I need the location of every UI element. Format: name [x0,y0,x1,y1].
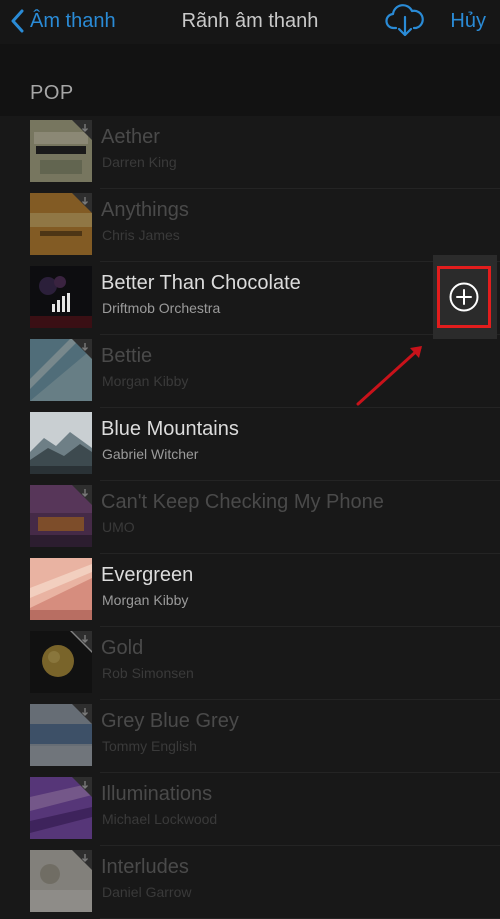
download-badge-icon [72,631,92,651]
album-art [30,850,92,912]
track-artist: Driftmob Orchestra [102,300,221,316]
download-badge-icon [72,120,92,140]
section-header: POP [0,72,500,116]
album-art [30,266,92,328]
download-badge-icon [72,704,92,724]
track-list: Aether Darren King Anythings Chris James [0,116,500,919]
track-artist: Morgan Kibby [102,592,189,608]
track-row[interactable]: Interludes Daniel Garrow [0,846,500,919]
track-artist: Tommy English [102,738,197,754]
plus-circle-icon [449,282,479,312]
album-art [30,558,92,620]
download-badge-icon [72,850,92,870]
track-row[interactable]: Blue Mountains Gabriel Witcher [0,408,500,481]
section-title: POP [30,82,74,104]
album-art [30,339,92,401]
track-artist: Chris James [102,227,180,243]
cancel-button[interactable]: Hủy [450,6,486,36]
track-artist: Rob Simonsen [102,665,194,681]
album-art [30,412,92,474]
track-title: Illuminations [101,783,213,805]
track-title: Gold [101,637,144,659]
album-art [30,631,92,693]
album-art [30,193,92,255]
download-all-button[interactable] [385,2,425,38]
track-row[interactable]: Better Than Chocolate Driftmob Orchestra [0,262,500,335]
back-button[interactable]: Âm thanh [10,6,116,36]
track-title: Evergreen [101,564,194,586]
album-art [30,485,92,547]
back-button-label: Âm thanh [30,9,116,32]
album-art [30,777,92,839]
section-spacer [0,44,500,72]
annotation-arrow-icon [356,346,422,406]
add-track-button[interactable] [437,266,491,328]
track-row[interactable]: Aether Darren King [0,116,500,189]
track-artist: Morgan Kibby [102,373,189,389]
download-badge-icon [72,193,92,213]
track-title: Better Than Chocolate [101,272,301,294]
download-badge-icon [72,485,92,505]
track-title: Blue Mountains [101,418,239,440]
album-art [30,120,92,182]
track-title: Aether [101,126,160,148]
download-badge-icon [72,339,92,359]
track-row[interactable]: Anythings Chris James [0,189,500,262]
track-artist: Darren King [102,154,177,170]
track-row[interactable]: Evergreen Morgan Kibby [0,554,500,627]
track-row[interactable]: Can't Keep Checking My Phone UMO [0,481,500,554]
track-artist: Michael Lockwood [102,811,218,827]
track-row[interactable]: Grey Blue Grey Tommy English [0,700,500,773]
navigation-bar: Âm thanh Rãnh âm thanh Hủy [0,0,500,44]
track-title: Anythings [101,199,189,221]
track-artist: Daniel Garrow [102,884,192,900]
track-title: Bettie [101,345,153,367]
download-badge-icon [72,777,92,797]
track-title: Can't Keep Checking My Phone [101,491,384,513]
track-title: Interludes [101,856,189,878]
cloud-download-icon [385,4,424,37]
track-row[interactable]: Gold Rob Simonsen [0,627,500,700]
album-art [30,704,92,766]
track-artist: Gabriel Witcher [102,446,199,462]
chevron-left-icon [11,9,24,33]
track-artist: UMO [102,519,135,535]
track-row[interactable]: Illuminations Michael Lockwood [0,773,500,846]
track-title: Grey Blue Grey [101,710,239,732]
